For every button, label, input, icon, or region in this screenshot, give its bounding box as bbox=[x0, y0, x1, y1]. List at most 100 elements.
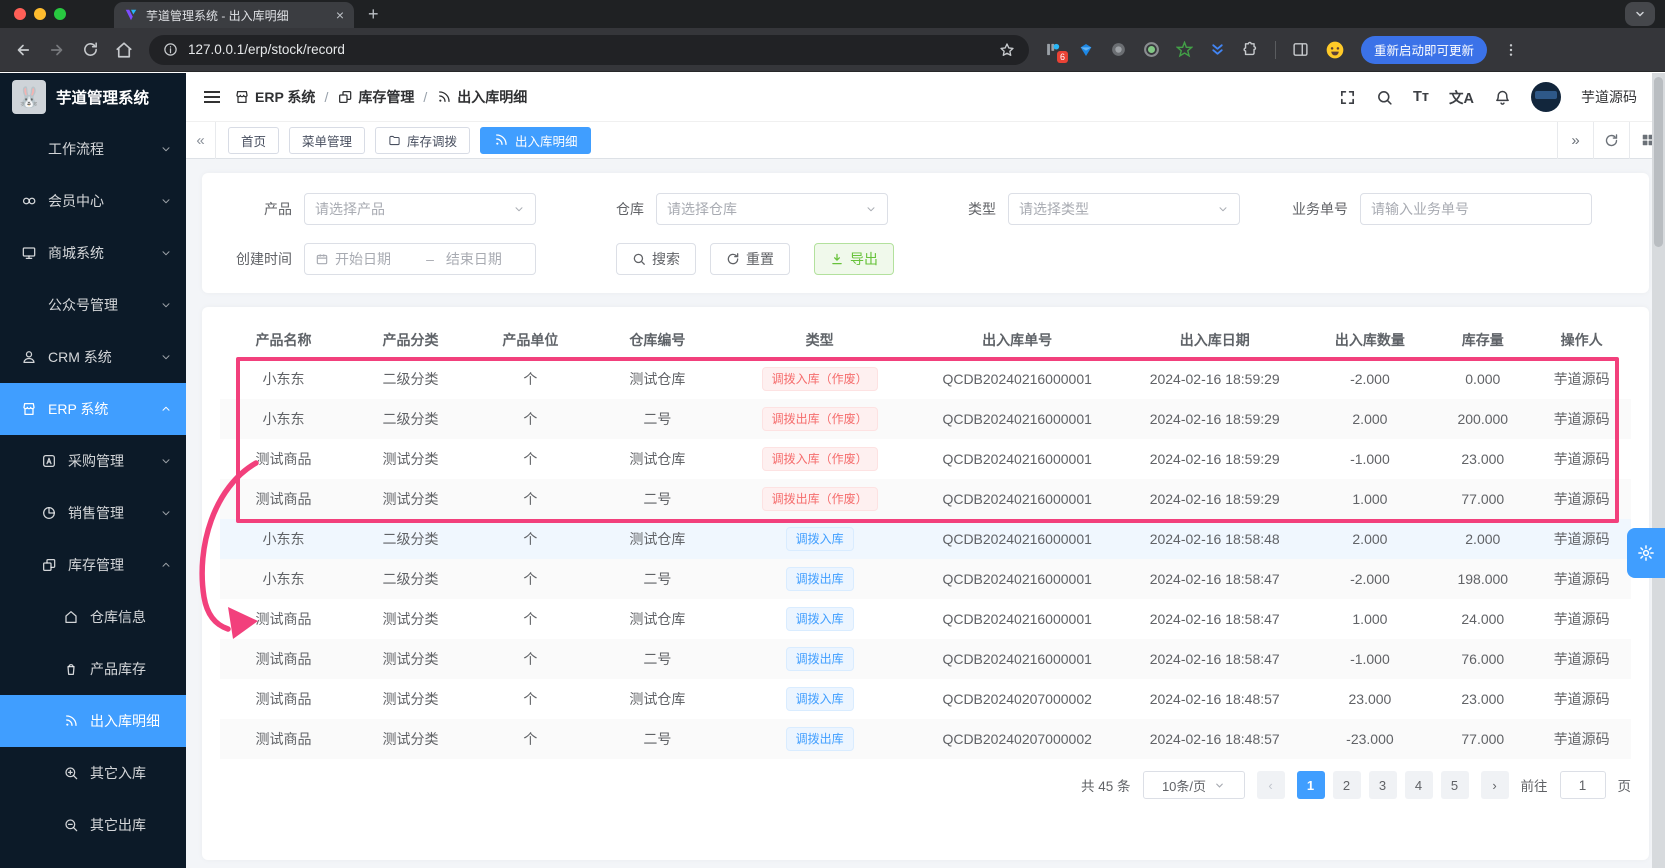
table-row-4[interactable]: 小东东 二级分类 个 测试仓库 调拨入库 QCDB20240216000001 2024-0… bbox=[220, 519, 1631, 559]
new-tab-button[interactable]: + bbox=[368, 4, 379, 25]
breadcrumb-item-0[interactable]: ERP 系统 bbox=[234, 87, 315, 107]
sidebar-item-2[interactable]: 商城系统 bbox=[0, 227, 186, 279]
sidebar-item-8[interactable]: 库存管理 bbox=[0, 539, 186, 591]
cell: -1.000 bbox=[1350, 451, 1390, 467]
tab-search-chevron-icon[interactable] bbox=[1625, 2, 1655, 26]
date-range-picker[interactable]: 开始日期 – 结束日期 bbox=[304, 243, 536, 275]
sidebar-item-12[interactable]: 其它入库 bbox=[0, 747, 186, 799]
window-close-button[interactable] bbox=[14, 8, 26, 20]
browser-scrollbar[interactable] bbox=[1652, 73, 1665, 868]
locale-icon[interactable]: 文A bbox=[1449, 87, 1474, 108]
browser-menu-kebab-icon[interactable] bbox=[1503, 42, 1519, 58]
extension-star-icon[interactable] bbox=[1176, 41, 1193, 58]
sidebar-item-4[interactable]: CRM 系统 bbox=[0, 331, 186, 383]
extension-double-chevron-icon[interactable] bbox=[1209, 41, 1226, 58]
reset-button[interactable]: 重置 bbox=[710, 243, 790, 275]
window-zoom-button[interactable] bbox=[54, 8, 66, 20]
window-controls bbox=[14, 8, 66, 20]
tag-label: 出入库明细 bbox=[515, 134, 578, 149]
extension-diamond-icon[interactable] bbox=[1078, 42, 1094, 58]
sidebar-item-10[interactable]: 产品库存 bbox=[0, 643, 186, 695]
breadcrumb-item-2[interactable]: 出入库明细 bbox=[436, 87, 527, 107]
export-button[interactable]: 导出 bbox=[814, 243, 894, 275]
text-input[interactable] bbox=[1371, 201, 1581, 217]
filter-select-0[interactable]: 请选择产品 bbox=[304, 193, 536, 225]
page-button-5[interactable]: 5 bbox=[1440, 771, 1469, 799]
table-row-2[interactable]: 测试商品 测试分类 个 测试仓库 调拨入库（作废） QCDB20240216000001 2… bbox=[220, 439, 1631, 479]
page-button-2[interactable]: 2 bbox=[1332, 771, 1361, 799]
table-row-5[interactable]: 小东东 二级分类 个 二号 调拨出库 QCDB20240216000001 2024-02-… bbox=[220, 559, 1631, 599]
search-button[interactable]: 搜索 bbox=[616, 243, 696, 275]
sidebar-item-11[interactable]: 出入库明细 bbox=[0, 695, 186, 747]
end-date-placeholder[interactable]: 结束日期 bbox=[446, 249, 525, 269]
search-icon[interactable] bbox=[1376, 89, 1393, 106]
tag-3[interactable]: 出入库明细 bbox=[480, 126, 591, 154]
extension-dark-circle-icon[interactable] bbox=[1110, 41, 1127, 58]
forward-icon[interactable] bbox=[48, 41, 66, 59]
page-button-3[interactable]: 3 bbox=[1368, 771, 1397, 799]
type-badge: 调拨入库 bbox=[785, 687, 854, 711]
type-cell: 调拨出库 bbox=[728, 719, 911, 759]
sidebar-item-7[interactable]: 销售管理 bbox=[0, 487, 186, 539]
site-info-icon[interactable] bbox=[163, 42, 178, 57]
filter-input-3[interactable] bbox=[1360, 193, 1592, 225]
browser-tab[interactable]: 芋道管理系统 - 出入库明细 × bbox=[114, 2, 354, 28]
browser-toolbar: 127.0.0.1/erp/stock/record 6 重新启动即可更新 bbox=[0, 28, 1665, 72]
goto-page-input[interactable] bbox=[1559, 771, 1606, 799]
reload-icon[interactable] bbox=[82, 41, 99, 58]
bookmark-star-icon[interactable] bbox=[999, 42, 1015, 58]
url-bar[interactable]: 127.0.0.1/erp/stock/record bbox=[149, 34, 1029, 65]
page-size-select[interactable]: 10条/页 bbox=[1142, 771, 1245, 799]
table-row-1[interactable]: 小东东 二级分类 个 二号 调拨出库（作废） QCDB20240216000001 2024… bbox=[220, 399, 1631, 439]
tags-refresh-icon[interactable] bbox=[1593, 121, 1629, 159]
chevron-down-icon bbox=[160, 143, 172, 155]
table-row-6[interactable]: 测试商品 测试分类 个 测试仓库 调拨入库 QCDB20240216000001 2024-… bbox=[220, 599, 1631, 639]
sidebar-item-1[interactable]: 会员中心 bbox=[0, 175, 186, 227]
sidebar-item-6[interactable]: 采购管理 bbox=[0, 435, 186, 487]
extensions-puzzle-icon[interactable] bbox=[1242, 41, 1259, 58]
sidebar-item-13[interactable]: 其它出库 bbox=[0, 799, 186, 851]
next-page-button[interactable]: › bbox=[1480, 771, 1509, 799]
sidebar-item-9[interactable]: 仓库信息 bbox=[0, 591, 186, 643]
extension-adblock-icon[interactable]: 6 bbox=[1045, 41, 1068, 63]
table-row-0[interactable]: 小东东 二级分类 个 测试仓库 调拨入库（作废） QCDB20240216000001 20… bbox=[220, 359, 1631, 399]
user-avatar[interactable] bbox=[1531, 82, 1561, 112]
filter-select-1[interactable]: 请选择仓库 bbox=[656, 193, 888, 225]
side-panel-icon[interactable] bbox=[1292, 41, 1309, 58]
tag-2[interactable]: 库存调拨 bbox=[375, 126, 471, 154]
breadcrumb-item-1[interactable]: 库存管理 bbox=[337, 87, 414, 107]
browser-update-button[interactable]: 重新启动即可更新 bbox=[1361, 35, 1488, 64]
tab-close-icon[interactable]: × bbox=[336, 7, 344, 23]
sidebar-item-5[interactable]: ERP 系统 bbox=[0, 383, 186, 435]
hamburger-icon[interactable] bbox=[204, 91, 220, 103]
table-row-8[interactable]: 测试商品 测试分类 个 测试仓库 调拨入库 QCDB20240207000002 2024-… bbox=[220, 679, 1631, 719]
cell: 二号 bbox=[643, 571, 672, 587]
extension-green-circle-icon[interactable] bbox=[1143, 41, 1160, 58]
table-row-3[interactable]: 测试商品 测试分类 个 二号 调拨出库（作废） QCDB20240216000001 202… bbox=[220, 479, 1631, 519]
sidebar-item-0[interactable]: 工作流程 bbox=[0, 123, 186, 175]
font-size-icon[interactable]: Tт bbox=[1413, 89, 1429, 105]
tags-collapse-left-button[interactable]: « bbox=[186, 121, 216, 159]
page-button-4[interactable]: 4 bbox=[1404, 771, 1433, 799]
app-logo[interactable]: 🐰 芋道管理系统 bbox=[0, 73, 186, 121]
profile-emoji-icon[interactable] bbox=[1325, 40, 1345, 60]
settings-gear-button[interactable] bbox=[1627, 528, 1665, 578]
username[interactable]: 芋道源码 bbox=[1581, 87, 1637, 107]
fullscreen-icon[interactable] bbox=[1339, 89, 1356, 106]
filter-select-2[interactable]: 请选择类型 bbox=[1008, 193, 1240, 225]
start-date-placeholder[interactable]: 开始日期 bbox=[335, 249, 414, 269]
scrollbar-thumb[interactable] bbox=[1654, 77, 1663, 247]
prev-page-button[interactable]: ‹ bbox=[1256, 771, 1285, 799]
notification-bell-icon[interactable] bbox=[1494, 89, 1511, 106]
table-row-9[interactable]: 测试商品 测试分类 个 二号 调拨出库 QCDB20240207000002 2024-02… bbox=[220, 719, 1631, 759]
extension-badge: 6 bbox=[1056, 51, 1068, 63]
tags-collapse-right-button[interactable]: » bbox=[1557, 121, 1593, 159]
tag-1[interactable]: 菜单管理 bbox=[289, 126, 366, 154]
page-button-1[interactable]: 1 bbox=[1296, 771, 1325, 799]
table-row-7[interactable]: 测试商品 测试分类 个 二号 调拨出库 QCDB20240216000001 2024-02… bbox=[220, 639, 1631, 679]
tag-0[interactable]: 首页 bbox=[228, 126, 280, 154]
home-icon[interactable] bbox=[115, 41, 133, 59]
window-minimize-button[interactable] bbox=[34, 8, 46, 20]
back-icon[interactable] bbox=[14, 41, 32, 59]
sidebar-item-3[interactable]: 公众号管理 bbox=[0, 279, 186, 331]
